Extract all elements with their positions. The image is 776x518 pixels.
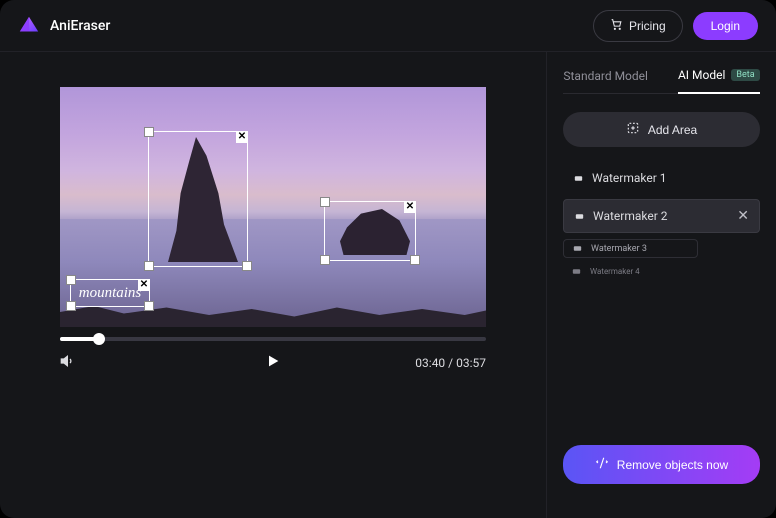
beta-badge: Beta	[731, 69, 759, 81]
remove-objects-button[interactable]: Remove objects now	[563, 445, 760, 484]
header-actions: Pricing Login	[593, 10, 758, 42]
caption-text: mountains	[79, 285, 142, 302]
resize-handle-icon[interactable]	[242, 261, 252, 271]
video-area: ✕ ✕ ✕ mountains	[0, 52, 546, 518]
brand-name: AniEraser	[50, 18, 110, 34]
watermark-list: Watermaker 1 Watermaker 2 ✕ Watermaker 3…	[563, 163, 760, 279]
model-tabs: Standard Model AI Model Beta	[563, 64, 760, 94]
time-display: 03:40 / 03:57	[415, 356, 486, 370]
volume-icon[interactable]	[60, 353, 76, 372]
tab-ai-model[interactable]: AI Model Beta	[678, 64, 760, 94]
main: ✕ ✕ ✕ mountains	[0, 52, 776, 518]
brand: AniEraser	[18, 15, 110, 37]
selection-box-2[interactable]: ✕	[324, 201, 416, 261]
watermark-icon	[573, 173, 584, 184]
watermark-label: Watermaker 3	[591, 244, 647, 254]
watermark-item-3[interactable]: Watermaker 3	[563, 239, 698, 258]
resize-handle-icon[interactable]	[144, 127, 154, 137]
delete-watermark-icon[interactable]: ✕	[737, 208, 749, 224]
resize-handle-icon[interactable]	[410, 255, 420, 265]
tab-standard-label: Standard Model	[563, 69, 648, 83]
selection-box-3[interactable]: ✕ mountains	[70, 279, 150, 307]
watermark-icon	[572, 243, 583, 254]
tab-standard-model[interactable]: Standard Model	[563, 64, 648, 93]
header: AniEraser Pricing Login	[0, 0, 776, 52]
resize-handle-icon[interactable]	[144, 301, 154, 311]
add-area-button[interactable]: Add Area	[563, 112, 760, 147]
pricing-label: Pricing	[629, 19, 666, 33]
magic-icon	[595, 456, 609, 473]
add-area-label: Add Area	[648, 123, 697, 137]
sidebar-footer: Remove objects now	[563, 445, 760, 506]
remove-objects-label: Remove objects now	[617, 458, 728, 472]
timeline-progress	[60, 337, 96, 341]
watermark-label: Watermaker 1	[592, 171, 667, 185]
watermark-item-2[interactable]: Watermaker 2 ✕	[563, 199, 760, 233]
resize-handle-icon[interactable]	[320, 197, 330, 207]
tab-ai-label: AI Model	[678, 68, 725, 82]
timeline-thumb[interactable]	[93, 333, 105, 345]
selection-box-1[interactable]: ✕	[148, 131, 248, 267]
pricing-button[interactable]: Pricing	[593, 10, 683, 42]
cart-icon	[610, 18, 623, 34]
app-window: AniEraser Pricing Login	[0, 0, 776, 518]
sidebar: Standard Model AI Model Beta Add Area	[546, 52, 776, 518]
watermark-label: Watermaker 2	[593, 209, 668, 223]
total-time: 03:57	[456, 356, 486, 370]
resize-handle-icon[interactable]	[144, 261, 154, 271]
video-controls: 03:40 / 03:57	[60, 353, 486, 372]
resize-handle-icon[interactable]	[66, 275, 76, 285]
watermark-label: Watermaker 4	[590, 267, 640, 276]
timeline-track[interactable]	[60, 337, 486, 341]
current-time: 03:40	[415, 356, 445, 370]
login-button[interactable]: Login	[693, 12, 758, 40]
logo-icon	[18, 15, 40, 37]
video-canvas[interactable]: ✕ ✕ ✕ mountains	[60, 87, 486, 327]
play-icon[interactable]	[265, 353, 281, 372]
resize-handle-icon[interactable]	[66, 301, 76, 311]
add-area-icon	[626, 121, 640, 138]
watermark-icon	[574, 211, 585, 222]
watermark-item-4[interactable]: Watermaker 4	[563, 264, 673, 279]
close-selection-icon[interactable]: ✕	[404, 201, 416, 213]
watermark-item-1[interactable]: Watermaker 1	[563, 163, 760, 193]
login-label: Login	[711, 19, 740, 33]
resize-handle-icon[interactable]	[320, 255, 330, 265]
watermark-icon	[571, 266, 582, 277]
close-selection-icon[interactable]: ✕	[236, 131, 248, 143]
